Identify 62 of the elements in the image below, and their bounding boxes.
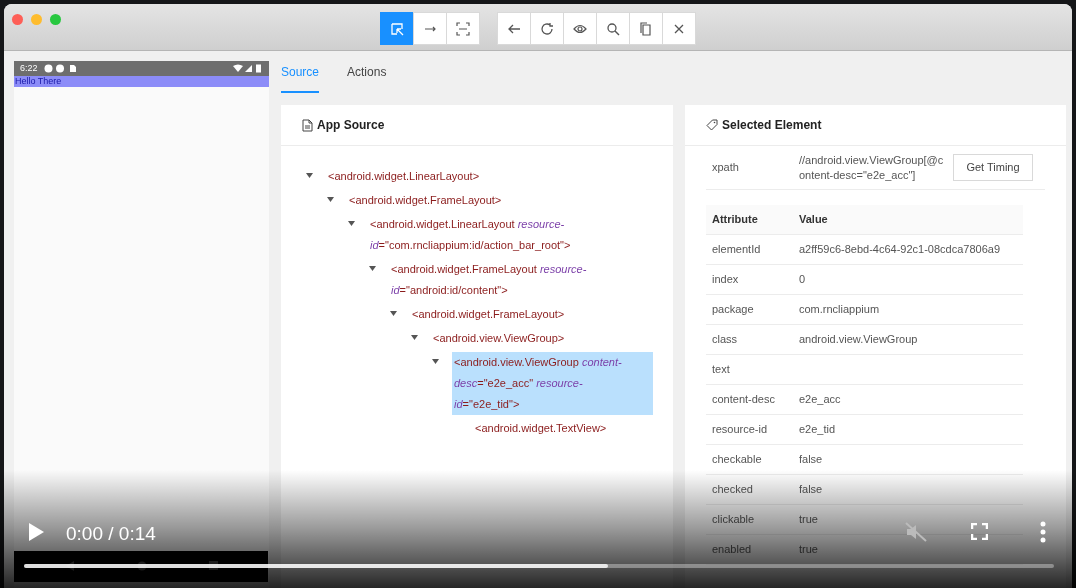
fullscreen-icon[interactable] (971, 523, 988, 540)
tree-node-label[interactable]: <android.view.ViewGroup> (431, 328, 567, 349)
column-header: Value (799, 212, 828, 228)
table-cell-text: a2ff59c6-8ebd-4c64-92c1-08cdca7806a9 (799, 242, 1000, 258)
table-cell-text: e2e_acc (799, 392, 841, 408)
table-cell-text: resource-id (711, 422, 769, 438)
tap-area-icon (456, 21, 470, 36)
tree-node-label[interactable]: <android.widget.FrameLayout resource-id="android:id/content"> (389, 259, 609, 301)
tree-node-label[interactable]: <android.view.ViewGroup content-desc="e2e_acc" resource-id="e2e_tid"> (452, 352, 653, 415)
caret-icon[interactable] (369, 265, 376, 271)
close-window-button[interactable] (12, 14, 23, 25)
tree-node-label[interactable]: <android.widget.LinearLayout resource-id="com.rncliappium:id/action_bar_root"> (368, 214, 588, 256)
xpath-label: xpath (711, 160, 740, 176)
table-cell-text: index (711, 272, 740, 288)
table-cell-text: text (711, 362, 731, 378)
tree-node-label[interactable]: <android.widget.LinearLayout> (326, 166, 482, 187)
table-cell-text: enabled (711, 542, 753, 558)
video-time: 0:00 / 0:14 (66, 522, 156, 546)
tree-node-label[interactable]: <android.widget.FrameLayout> (410, 304, 567, 325)
table-cell-text: true (799, 512, 818, 528)
table-cell-text: false (799, 452, 823, 468)
tag-icon (706, 119, 718, 131)
caret-icon[interactable] (306, 172, 313, 178)
table-cell-text: false (799, 482, 823, 498)
table-cell-text: elementId (711, 242, 762, 258)
search-icon (606, 21, 620, 36)
document-icon (302, 118, 313, 132)
table-cell-text: checkable (711, 452, 763, 468)
table-cell-text: android.view.ViewGroup (799, 332, 918, 348)
table-cell-text: true (799, 542, 818, 558)
tree-node-label[interactable]: <android.widget.FrameLayout> (347, 190, 504, 211)
signal-battery-icons (233, 64, 263, 73)
tab[interactable]: Actions (347, 63, 387, 93)
get-timing-button[interactable]: Get Timing (953, 154, 1033, 181)
column-header: Attribute (711, 212, 759, 228)
caret-icon[interactable] (432, 358, 439, 364)
table-cell-text: e2e_tid (799, 422, 836, 438)
progress-track[interactable] (24, 564, 1054, 568)
table-cell-text: com.rncliappium (799, 302, 880, 318)
caret-icon[interactable] (327, 196, 334, 202)
tree-node-label[interactable]: <android.widget.TextView> (473, 418, 609, 439)
select-icon (390, 21, 404, 36)
app-text-highlight[interactable]: Hello There (14, 76, 269, 87)
table-cell-text: class (711, 332, 739, 348)
caret-icon[interactable] (348, 220, 355, 226)
table-cell-text: 0 (799, 272, 806, 288)
panel-title: Selected Element (722, 117, 822, 134)
more-icon[interactable] (1040, 521, 1046, 543)
status-time: 6:22 (20, 61, 38, 75)
caret-icon[interactable] (390, 310, 397, 316)
copy-icon (639, 21, 653, 36)
table-cell-text: checked (711, 482, 754, 498)
refresh-icon (540, 21, 554, 36)
caret-icon[interactable] (411, 334, 418, 340)
table-cell-text: clickable (711, 512, 756, 528)
table-cell-text: package (711, 302, 755, 318)
panel-title: App Source (317, 117, 385, 134)
xpath-value: //android.view.ViewGroup[@content-desc="e2e_acc"] (799, 152, 945, 183)
table-cell-text: content-desc (711, 392, 776, 408)
play-icon[interactable] (29, 523, 44, 541)
toolbar-button[interactable] (380, 12, 414, 45)
muted-speaker-icon[interactable] (904, 520, 928, 544)
